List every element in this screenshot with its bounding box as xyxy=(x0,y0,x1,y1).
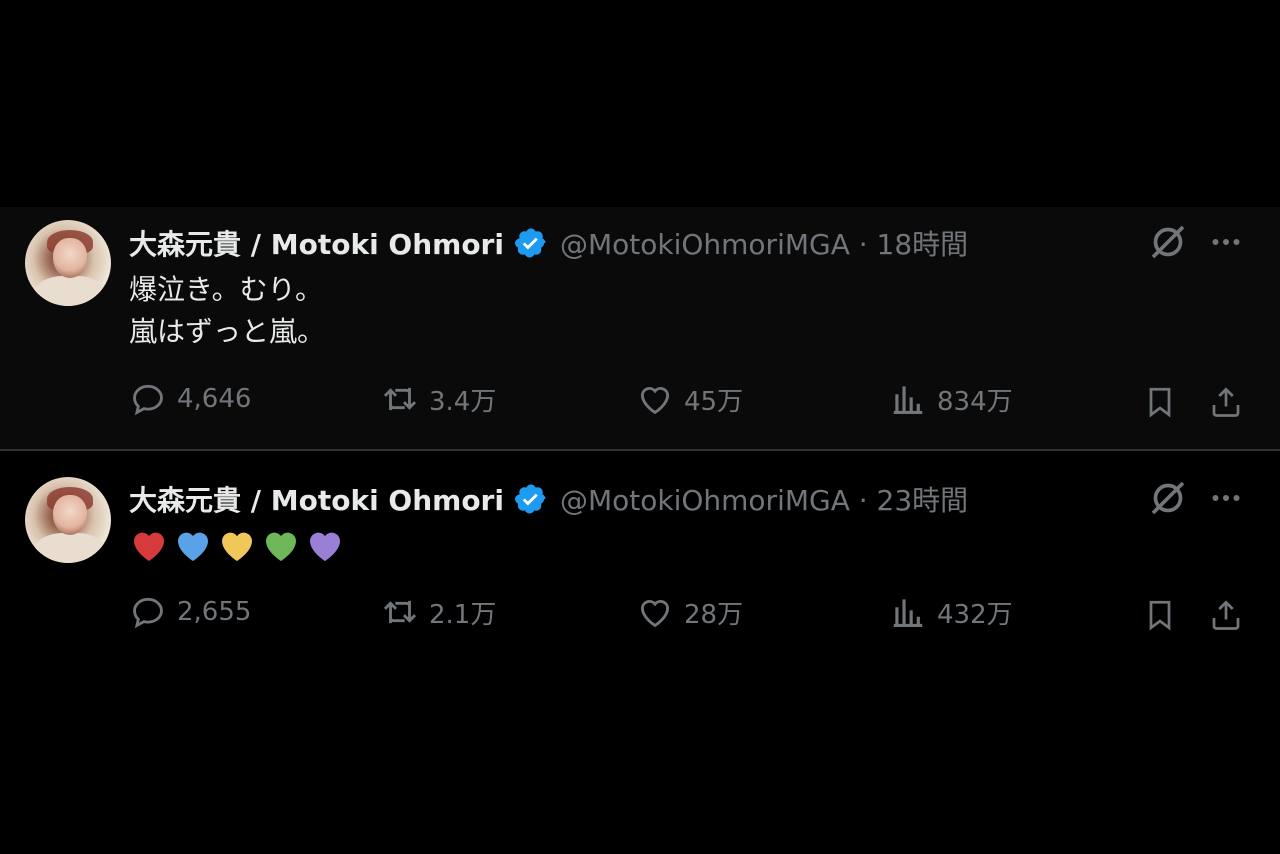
like-button[interactable]: 45万 xyxy=(636,380,743,418)
tweet-text-line: 嵐はずっと嵐。 xyxy=(129,315,326,348)
bookmark-icon xyxy=(1149,600,1171,631)
tweet-header: 大森元貴 / Motoki Ohmori @MotokiOhmoriMGA · … xyxy=(129,479,968,519)
views-button[interactable]: 432万 xyxy=(889,593,1013,631)
reply-count: 2,655 xyxy=(177,597,252,627)
reply-icon xyxy=(133,384,163,416)
verified-badge-icon[interactable] xyxy=(514,482,548,516)
repost-count: 3.4万 xyxy=(429,386,497,417)
like-icon xyxy=(640,387,670,415)
heart-emoji-icon xyxy=(134,532,164,561)
verified-badge-icon[interactable] xyxy=(514,226,548,260)
share-icon xyxy=(1212,387,1240,417)
heart-emoji-icon xyxy=(310,532,340,561)
repost-icon xyxy=(383,600,417,624)
tweet-text: 爆泣き。むり。 嵐はずっと嵐。 xyxy=(129,269,325,353)
tweet-emoji-hearts xyxy=(129,526,345,566)
tweet-header: 大森元貴 / Motoki Ohmori @MotokiOhmoriMGA · … xyxy=(129,223,968,263)
reply-button[interactable]: 2,655 xyxy=(129,593,251,631)
repost-button[interactable]: 2.1万 xyxy=(381,593,496,631)
tweet-2[interactable]: 大森元貴 / Motoki Ohmori @MotokiOhmoriMGA · … xyxy=(0,451,1280,651)
more-icon[interactable] xyxy=(1208,224,1244,260)
handle-and-time[interactable]: @MotokiOhmoriMGA · 23時間 xyxy=(560,479,968,519)
avatar[interactable] xyxy=(25,220,111,306)
heart-emoji-icon xyxy=(266,532,296,561)
repost-button[interactable]: 3.4万 xyxy=(381,380,496,418)
tweet-actions: 4,646 3.4万 45万 834万 xyxy=(0,380,1280,424)
bookmark-icon xyxy=(1149,387,1171,418)
repost-icon xyxy=(383,387,417,411)
reply-button[interactable]: 4,646 xyxy=(129,380,251,418)
heart-emoji-icon xyxy=(178,532,208,561)
more-icon[interactable] xyxy=(1208,480,1244,516)
grok-icon[interactable] xyxy=(1148,478,1188,518)
views-button[interactable]: 834万 xyxy=(889,380,1013,418)
author-name[interactable]: 大森元貴 / Motoki Ohmori xyxy=(129,479,504,519)
reply-count: 4,646 xyxy=(177,384,252,414)
handle-and-time[interactable]: @MotokiOhmoriMGA · 18時間 xyxy=(560,223,968,263)
views-icon xyxy=(893,599,923,628)
like-count: 28万 xyxy=(684,599,744,630)
bookmark-button[interactable] xyxy=(1142,384,1178,424)
like-button[interactable]: 28万 xyxy=(636,593,743,631)
like-count: 45万 xyxy=(684,386,744,417)
tweet-1[interactable]: 大森元貴 / Motoki Ohmori @MotokiOhmoriMGA · … xyxy=(0,207,1280,449)
grok-icon[interactable] xyxy=(1148,222,1188,262)
tweet-text-line: 爆泣き。むり。 xyxy=(129,273,324,306)
share-button[interactable] xyxy=(1208,384,1244,424)
tweet-actions: 2,655 2.1万 28万 432万 xyxy=(0,593,1280,637)
author-name[interactable]: 大森元貴 / Motoki Ohmori xyxy=(129,223,504,263)
avatar[interactable] xyxy=(25,477,111,563)
like-icon xyxy=(640,600,670,628)
heart-emoji-icon xyxy=(222,532,252,561)
reply-icon xyxy=(133,597,163,629)
share-button[interactable] xyxy=(1208,597,1244,637)
share-icon xyxy=(1212,600,1240,630)
bookmark-button[interactable] xyxy=(1142,597,1178,637)
views-icon xyxy=(893,386,923,415)
views-count: 834万 xyxy=(937,386,1013,417)
views-count: 432万 xyxy=(937,599,1013,630)
repost-count: 2.1万 xyxy=(429,599,497,630)
